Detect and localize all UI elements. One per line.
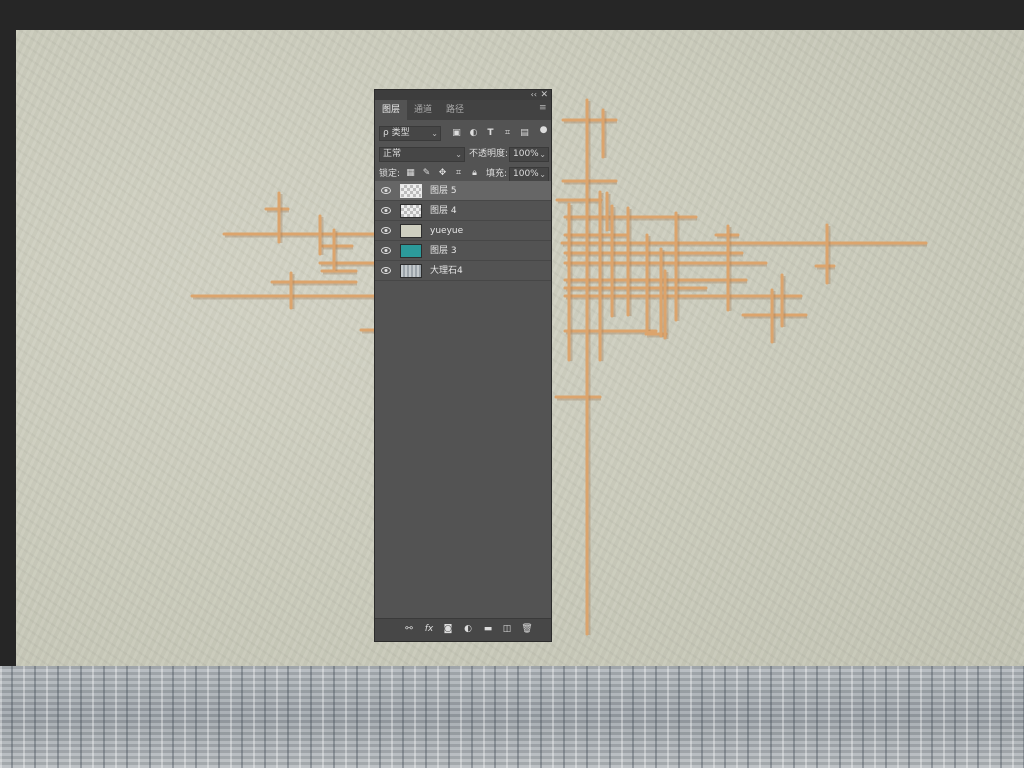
tab-paths[interactable]: 路径 [439, 100, 471, 120]
panel-footer: ⚯ fx ◙ ◐ ▬ ◫ 🗑︎ [375, 618, 551, 641]
double-chevron-icon[interactable]: ‹‹ [531, 90, 537, 100]
chevron-down-icon: ⌄ [539, 170, 546, 179]
layer-name[interactable]: 图层 5 [430, 181, 457, 201]
layer-row[interactable]: 图层 5 [375, 181, 551, 201]
lock-transparent-icon[interactable]: ▦ [405, 168, 416, 179]
fill-field[interactable]: 100% ⌄ [509, 167, 549, 182]
eye-icon[interactable] [381, 246, 391, 255]
lock-artboard-icon[interactable]: ⌗ [453, 168, 464, 179]
lock-move-icon[interactable]: ✥ [437, 168, 448, 179]
layer-thumbnail [400, 224, 422, 238]
filter-row: ρ 类型 ⌄ ▣ ◐ T ⌗ ▤ ● [375, 124, 551, 144]
close-icon[interactable]: ✕ [540, 90, 548, 100]
marble-texture-strip [0, 666, 1024, 768]
adjustment-filter-icon[interactable]: ◐ [468, 128, 479, 139]
eye-icon[interactable] [381, 186, 391, 195]
chevron-down-icon: ⌄ [455, 150, 462, 159]
shape-filter-icon[interactable]: ⌗ [502, 128, 513, 139]
lock-paint-icon[interactable]: ✎ [421, 168, 432, 179]
layer-name[interactable]: yueyue [430, 221, 463, 241]
left-bar [0, 30, 16, 666]
opacity-label: 不透明度: [469, 149, 509, 159]
delete-icon[interactable]: 🗑︎ [521, 624, 533, 635]
layer-row[interactable]: yueyue [375, 221, 551, 241]
smart-object-filter-icon[interactable]: ▤ [519, 128, 530, 139]
image-filter-icon[interactable]: ▣ [451, 128, 462, 139]
chevron-down-icon: ⌄ [431, 129, 438, 138]
filter-type-dropdown[interactable]: ρ 类型 ⌄ [379, 126, 441, 141]
filter-toggle-icon[interactable]: ● [538, 125, 549, 136]
adjustment-layer-icon[interactable]: ◐ [462, 624, 474, 635]
chevron-down-icon: ⌄ [539, 150, 546, 159]
layer-list: 图层 5 图层 4 yueyue 图层 3 大理石4 [375, 181, 551, 281]
panel-menu-icon[interactable]: ≡ [539, 104, 547, 113]
layer-thumbnail [400, 184, 422, 198]
panel-title-bar[interactable]: ‹‹ ✕ [375, 90, 551, 100]
layer-row[interactable]: 图层 3 [375, 241, 551, 261]
layer-name[interactable]: 大理石4 [430, 261, 463, 281]
layer-name[interactable]: 图层 3 [430, 241, 457, 261]
eye-icon[interactable] [381, 266, 391, 275]
fill-value: 100% [513, 169, 539, 179]
layer-row[interactable]: 图层 4 [375, 201, 551, 221]
eye-icon[interactable] [381, 206, 391, 215]
layer-thumbnail [400, 244, 422, 258]
layer-thumbnail [400, 204, 422, 218]
link-layers-icon[interactable]: ⚯ [403, 624, 415, 635]
blend-mode-dropdown[interactable]: 正常 ⌄ [379, 147, 465, 162]
blend-mode-value: 正常 [383, 149, 402, 159]
new-layer-icon[interactable]: ◫ [501, 624, 513, 635]
fx-icon[interactable]: fx [423, 624, 435, 635]
layer-thumbnail [400, 264, 422, 278]
layer-row[interactable]: 大理石4 [375, 261, 551, 281]
lock-all-icon[interactable]: 🔒︎ [469, 168, 480, 179]
opacity-value: 100% [513, 149, 539, 159]
eye-icon[interactable] [381, 226, 391, 235]
tab-layers[interactable]: 图层 [375, 100, 408, 120]
blend-row: 正常 ⌄ 不透明度: 100% ⌄ [375, 144, 551, 164]
type-filter-icon[interactable]: T [485, 128, 496, 139]
tab-channels[interactable]: 通道 [407, 100, 439, 120]
add-mask-icon[interactable]: ◙ [442, 624, 454, 635]
layer-name[interactable]: 图层 4 [430, 201, 457, 221]
layers-panel[interactable]: ‹‹ ✕ 图层 通道 路径 ≡ ρ 类型 ⌄ ▣ ◐ T ⌗ ▤ ● 正常 ⌄ … [374, 89, 552, 642]
new-group-icon[interactable]: ▬ [482, 624, 494, 635]
panel-tabs: 图层 通道 路径 ≡ [375, 100, 551, 120]
top-bar [0, 0, 1024, 30]
filter-type-label: ρ 类型 [383, 128, 410, 138]
opacity-field[interactable]: 100% ⌄ [509, 147, 549, 162]
